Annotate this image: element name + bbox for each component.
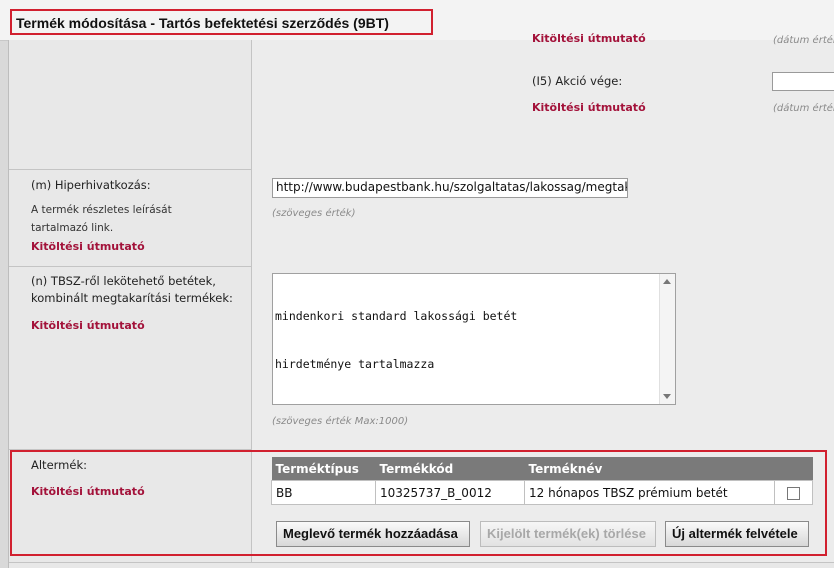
deposits-text-line-1: mindenkori standard lakossági betét [275,309,518,323]
subproduct-table: Terméktípus Termékkód Terméknév BB 10325… [271,457,813,505]
action-end-input[interactable] [772,72,834,91]
deposits-text-line-2: hirdetménye tartalmazza [275,357,435,371]
action-dates-label-cell [9,40,252,169]
column-header-code: Termékkód [375,457,525,481]
hyperlink-label: (m) Hiperhivatkozás: [31,178,151,192]
cell-code: 10325737_B_0012 [375,480,525,505]
dialog-titlebar: Termék módosítása - Tartós befektetési s… [0,0,834,41]
hyperlink-hint: (szöveges érték) [272,208,356,219]
guide-link-hyperlink[interactable]: Kitöltési útmutató [31,240,145,253]
row-select-checkbox[interactable] [787,486,800,500]
column-header-select [774,457,813,481]
deposits-label-1: (n) TBSZ-ről lekötehető betétek, [31,274,216,288]
action-dates-value-cell: Kitöltési útmutató (dátum érték (I5) Akc… [252,32,834,169]
date-hint-1: (dátum érték [773,35,834,46]
hyperlink-value-cell: http://www.budapestbank.hu/szolgaltatas/… [252,169,834,266]
deposits-value-cell: mindenkori standard lakossági betét hird… [252,266,834,449]
dialog-title: Termék módosítása - Tartós befektetési s… [10,9,433,35]
column-header-name: Terméknév [524,457,775,481]
hyperlink-input[interactable]: http://www.budapestbank.hu/szolgaltatas/… [272,178,628,198]
textarea-scrollbar[interactable] [659,274,675,404]
column-header-type: Terméktípus [271,457,376,481]
date-hint-2: (dátum érték [773,103,834,114]
add-existing-product-button[interactable]: Meglevő termék hozzáadása [276,521,470,547]
hyperlink-label-cell: (m) Hiperhivatkozás: A termék részletes … [9,169,252,266]
action-end-label: (I5) Akció vége: [532,74,623,88]
deposits-row: (n) TBSZ-ről lekötehető betétek, kombiná… [9,266,834,450]
scroll-up-icon[interactable] [663,279,671,284]
deposits-label-2: kombinált megtakarítási termékek: [31,291,233,305]
hyperlink-description-1: A termék részletes leírását [31,204,172,216]
cell-select [774,480,813,505]
deposits-label-cell: (n) TBSZ-ről lekötehető betétek, kombiná… [9,266,252,449]
cell-name: 12 hónapos TBSZ prémium betét [524,480,775,505]
table-row: BB 10325737_B_0012 12 hónapos TBSZ prémi… [271,480,813,505]
scroll-down-icon[interactable] [663,394,671,399]
guide-link-action-end[interactable]: Kitöltési útmutató [532,101,646,114]
deposits-textarea[interactable]: mindenkori standard lakossági betét hird… [272,273,676,405]
guide-link-action-start[interactable]: Kitöltési útmutató [532,32,646,45]
deposits-hint: (szöveges érték Max:1000) [272,416,409,427]
table-header-row: Terméktípus Termékkód Terméknév [271,457,813,481]
guide-link-deposits[interactable]: Kitöltési útmutató [31,319,145,332]
action-dates-row: Kitöltési útmutató (dátum érték (I5) Akc… [9,32,834,170]
hyperlink-row: (m) Hiperhivatkozás: A termék részletes … [9,169,834,267]
new-subproduct-button[interactable]: Új altermék felvétele [665,521,809,547]
delete-selected-products-button[interactable]: Kijelölt termék(ek) törlése [480,521,656,547]
hyperlink-description-2: tartalmazó link. [31,222,114,234]
cell-type: BB [271,480,376,505]
